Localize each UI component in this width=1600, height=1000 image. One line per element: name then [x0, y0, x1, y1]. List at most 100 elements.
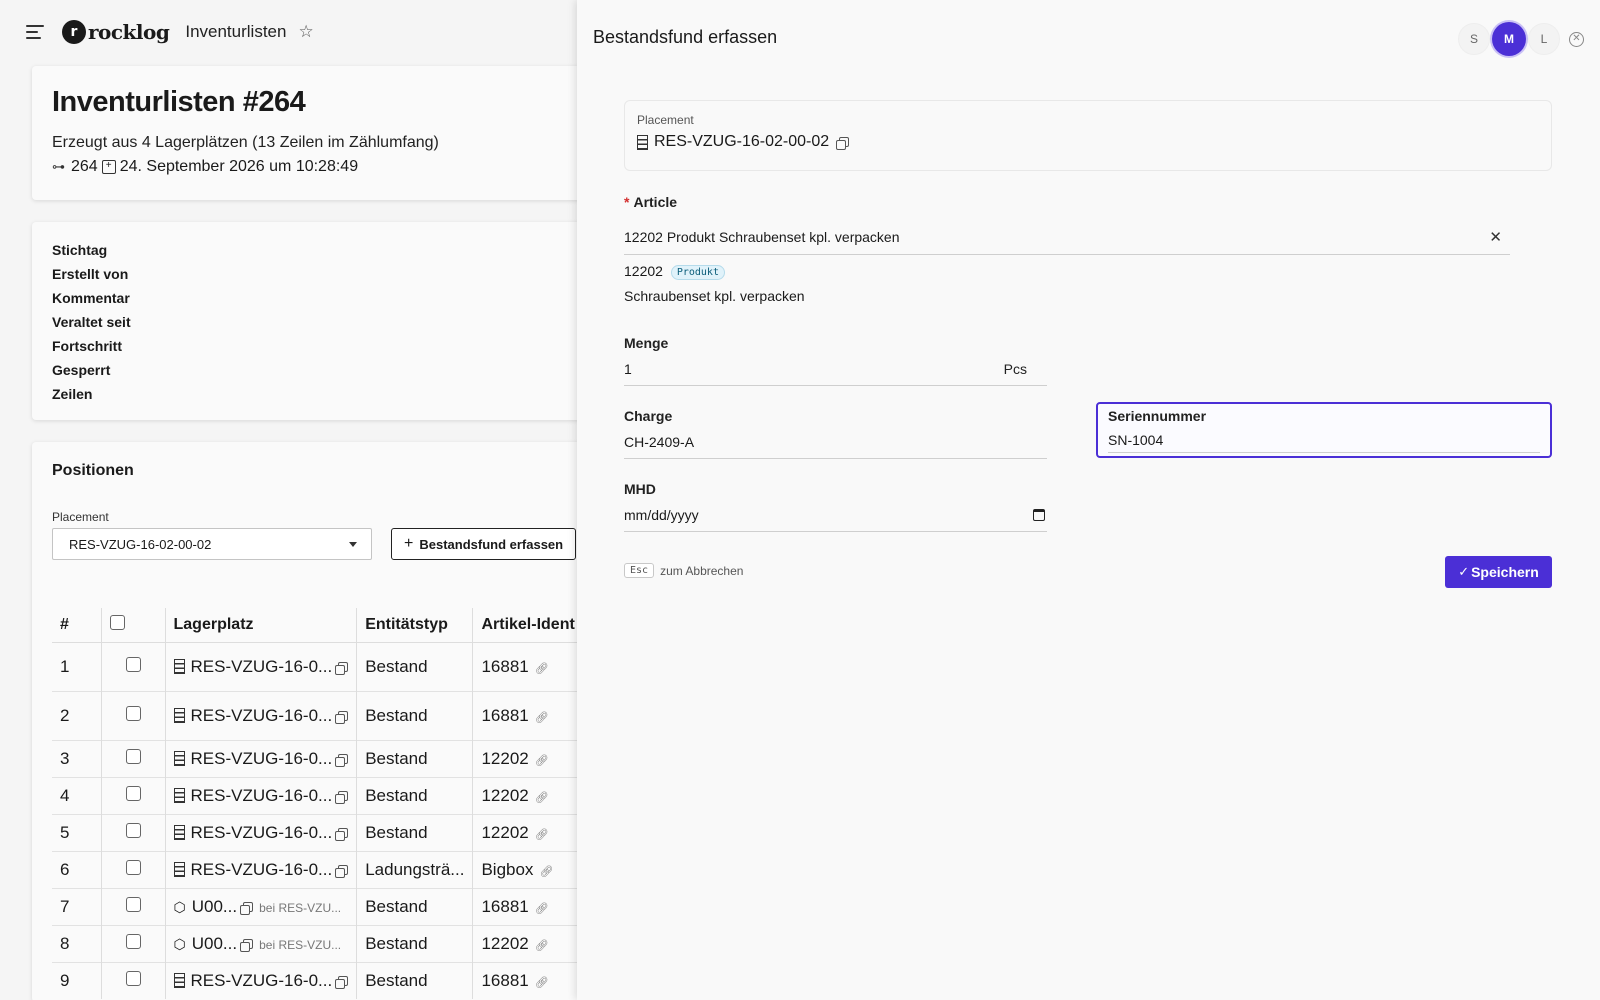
page-subtitle: Erzeugt aus 4 Lagerplätzen (13 Zeilen im… [52, 134, 439, 151]
row-location-text[interactable]: RES-VZUG-16-0... [191, 971, 333, 990]
column-header-lagerplatz[interactable]: Lagerplatz [164, 608, 357, 643]
app-logo[interactable]: r rocklog [62, 20, 170, 44]
row-checkbox[interactable] [125, 970, 141, 986]
serial-input[interactable]: SN-1004 [1108, 432, 1540, 453]
row-location-text[interactable]: U00... [192, 897, 237, 916]
placement-select[interactable]: RES-VZUG-16-02-00-02 [52, 528, 372, 560]
copy-icon[interactable] [335, 790, 349, 804]
column-header-entitaetstyp[interactable]: Entitätstyp [356, 608, 473, 643]
row-checkbox[interactable] [125, 859, 141, 875]
copy-icon[interactable] [335, 753, 349, 767]
column-header-select[interactable] [100, 608, 165, 643]
copy-icon[interactable] [335, 827, 349, 841]
copy-icon[interactable] [240, 901, 254, 915]
row-article-text[interactable]: 12202 [481, 934, 528, 953]
date-picker-icon[interactable] [1033, 509, 1045, 521]
menu-icon[interactable] [26, 25, 44, 39]
row-article-text[interactable]: 12202 [481, 749, 528, 768]
row-location-text[interactable]: RES-VZUG-16-0... [191, 749, 333, 768]
size-button-l[interactable]: L [1528, 23, 1560, 55]
copy-icon[interactable] [335, 864, 349, 878]
table-row[interactable]: 5 RES-VZUG-16-0... Bestand 12202 🔗︎ [52, 813, 593, 851]
row-location-text[interactable]: RES-VZUG-16-0... [191, 860, 333, 879]
row-checkbox[interactable] [125, 705, 141, 721]
save-button[interactable]: ✓ Speichern [1445, 556, 1552, 588]
row-article-text[interactable]: 16881 [481, 706, 528, 725]
row-article: 16881 🔗︎ [472, 961, 593, 999]
row-checkbox[interactable] [125, 933, 141, 949]
row-article-text[interactable]: 16881 [481, 971, 528, 990]
table-row[interactable]: 8 ⬡ U00... bei RES-VZU... Bestand 12202 🔗︎ [52, 924, 593, 962]
row-select-cell [100, 813, 165, 851]
copy-icon[interactable] [335, 975, 349, 989]
row-number: 8 [52, 924, 101, 962]
table-row[interactable]: 6 RES-VZUG-16-0... Ladungsträ... Bigbox 🔗︎ [52, 850, 593, 888]
box-icon: ⬡ [173, 898, 186, 915]
row-article-text[interactable]: Bigbox [481, 860, 533, 879]
row-article-text[interactable]: 12202 [481, 823, 528, 842]
row-location-text[interactable]: U00... [192, 934, 237, 953]
calendar-icon: + [101, 160, 116, 174]
copy-icon[interactable] [335, 661, 349, 675]
row-select-cell [100, 776, 165, 814]
row-article-text[interactable]: 12202 [481, 786, 528, 805]
column-header-artikel-ident[interactable]: Artikel-Ident [472, 608, 593, 643]
row-location: ⬡ U00... bei RES-VZU... [164, 924, 357, 962]
select-all-checkbox[interactable] [109, 614, 125, 630]
placement-info: Placement RES-VZUG-16-02-00-02 [624, 100, 1552, 171]
link-icon[interactable]: 🔗︎ [535, 977, 549, 989]
clear-icon[interactable]: ✕ [1489, 228, 1502, 246]
row-article-text[interactable]: 16881 [481, 657, 528, 676]
row-location-text[interactable]: RES-VZUG-16-0... [191, 657, 333, 676]
mhd-input[interactable]: mm/dd/yyyy [624, 507, 1047, 532]
link-icon[interactable]: 🔗︎ [539, 866, 553, 878]
link-icon[interactable]: 🔗︎ [535, 903, 549, 915]
charge-input[interactable]: CH-2409-A [624, 434, 1047, 459]
link-icon[interactable]: 🔗︎ [535, 940, 549, 952]
top-bar: r rocklog Inventurlisten ☆ [0, 0, 600, 64]
row-checkbox[interactable] [125, 656, 141, 672]
add-finding-label: Bestandsfund erfassen [419, 536, 564, 552]
link-icon[interactable]: 🔗︎ [535, 792, 549, 804]
column-header-number[interactable]: # [52, 608, 101, 643]
link-icon[interactable]: 🔗︎ [535, 829, 549, 841]
article-type-badge: Produkt [670, 265, 725, 280]
row-article-text[interactable]: 16881 [481, 897, 528, 916]
row-location: RES-VZUG-16-0... [164, 850, 357, 888]
row-location-text[interactable]: RES-VZUG-16-0... [191, 706, 333, 725]
row-checkbox[interactable] [125, 896, 141, 912]
mhd-field: MHD mm/dd/yyyy [624, 481, 1047, 532]
close-icon[interactable]: ✕ [1569, 31, 1584, 47]
table-row[interactable]: 3 RES-VZUG-16-0... Bestand 12202 🔗︎ [52, 739, 593, 777]
copy-icon[interactable] [335, 710, 349, 724]
table-row[interactable]: 7 ⬡ U00... bei RES-VZU... Bestand 16881 🔗︎ [52, 887, 593, 925]
star-icon[interactable]: ☆ [298, 22, 313, 42]
row-checkbox[interactable] [125, 748, 141, 764]
article-input[interactable]: 12202 Produkt Schraubenset kpl. verpacke… [624, 228, 1510, 255]
copy-icon[interactable] [240, 938, 254, 952]
properties-card: Stichtag Erstellt von Kommentar Veraltet… [32, 222, 632, 420]
esc-hint-text: zum Abbrechen [660, 563, 744, 578]
link-icon[interactable]: 🔗︎ [535, 712, 549, 724]
check-icon: ✓ [1458, 564, 1470, 579]
key-icon: ⊶ [52, 159, 65, 174]
shelf-icon [173, 861, 185, 877]
breadcrumb[interactable]: Inventurlisten [185, 22, 286, 42]
table-row[interactable]: 1 RES-VZUG-16-0... Bestand 16881 🔗︎ [52, 641, 593, 691]
quantity-input[interactable]: 1 Pcs [624, 361, 1047, 386]
size-button-s[interactable]: S [1458, 23, 1490, 55]
row-checkbox[interactable] [125, 822, 141, 838]
size-button-m[interactable]: M [1492, 22, 1526, 56]
link-icon[interactable]: 🔗︎ [535, 755, 549, 767]
row-location-text[interactable]: RES-VZUG-16-0... [191, 823, 333, 842]
row-number: 5 [52, 813, 101, 851]
table-row[interactable]: 4 RES-VZUG-16-0... Bestand 12202 🔗︎ [52, 776, 593, 814]
row-location-text[interactable]: RES-VZUG-16-0... [191, 786, 333, 805]
link-icon[interactable]: 🔗︎ [535, 663, 549, 675]
table-row[interactable]: 9 RES-VZUG-16-0... Bestand 16881 🔗︎ [52, 961, 593, 999]
table-row[interactable]: 2 RES-VZUG-16-0... Bestand 16881 🔗︎ [52, 690, 593, 740]
row-checkbox[interactable] [125, 785, 141, 801]
row-number: 9 [52, 961, 101, 999]
add-finding-button[interactable]: + Bestandsfund erfassen [391, 528, 577, 560]
copy-icon[interactable] [836, 137, 850, 150]
